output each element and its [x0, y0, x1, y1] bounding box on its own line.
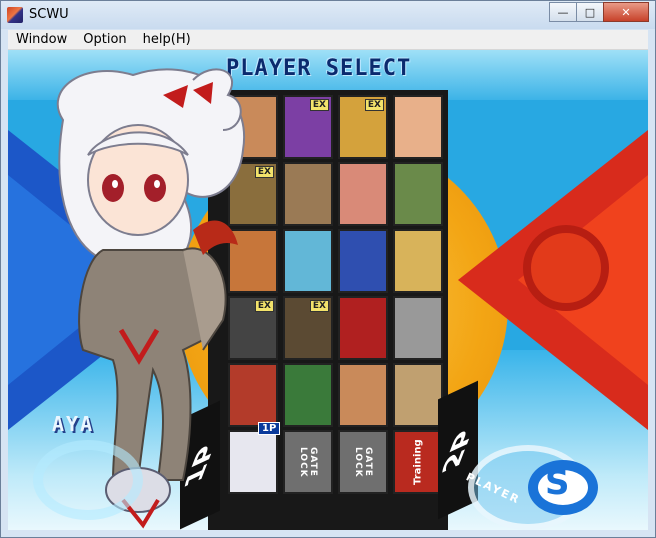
menu-bar: Window Option help(H): [8, 30, 648, 50]
character-slot[interactable]: EX: [283, 95, 333, 159]
character-slot[interactable]: [283, 162, 333, 226]
character-slot[interactable]: EX: [338, 95, 388, 159]
character-slot[interactable]: [338, 296, 388, 360]
character-slot[interactable]: EX: [283, 296, 333, 360]
right-red-circle: [523, 225, 609, 311]
ex-tag: EX: [309, 300, 329, 312]
character-slot[interactable]: [338, 363, 388, 427]
p2-logo-letter: S: [545, 463, 570, 503]
caption-buttons: — □ ✕: [549, 2, 649, 22]
character-slot[interactable]: [283, 363, 333, 427]
character-slot[interactable]: [338, 229, 388, 293]
ex-tag: EX: [309, 99, 329, 111]
app-icon: [7, 7, 23, 23]
grid-column-4: Training: [393, 90, 443, 530]
game-screen[interactable]: PLAYER SELECT EX EX EX EX GATE LOCK EX G…: [8, 50, 648, 530]
character-slot[interactable]: [393, 363, 443, 427]
character-slot[interactable]: [338, 162, 388, 226]
character-slot[interactable]: [283, 229, 333, 293]
selected-character-name: AYA: [52, 412, 95, 436]
grid-column-3: EX GATE LOCK: [338, 90, 388, 530]
app-window: SCWU — □ ✕ Window Option help(H) PLAYER …: [0, 0, 656, 538]
window-title: SCWU: [29, 7, 69, 22]
menu-help[interactable]: help(H): [135, 32, 199, 47]
gate-lock-slot[interactable]: GATE LOCK: [283, 430, 333, 494]
p1-logo-ring: [33, 440, 143, 520]
menu-window[interactable]: Window: [8, 32, 75, 47]
close-button[interactable]: ✕: [603, 2, 649, 22]
grid-column-2: EX EX GATE LOCK: [283, 90, 333, 530]
menu-option[interactable]: Option: [75, 32, 134, 47]
gate-lock-slot[interactable]: GATE LOCK: [338, 430, 388, 494]
character-slot[interactable]: [393, 162, 443, 226]
title-bar[interactable]: SCWU — □ ✕: [1, 1, 655, 29]
minimize-button[interactable]: —: [549, 2, 577, 22]
ex-tag: EX: [364, 99, 384, 111]
maximize-button[interactable]: □: [576, 2, 604, 22]
character-slot[interactable]: [393, 296, 443, 360]
character-slot[interactable]: [393, 229, 443, 293]
character-slot[interactable]: [393, 95, 443, 159]
training-slot[interactable]: Training: [393, 430, 443, 494]
